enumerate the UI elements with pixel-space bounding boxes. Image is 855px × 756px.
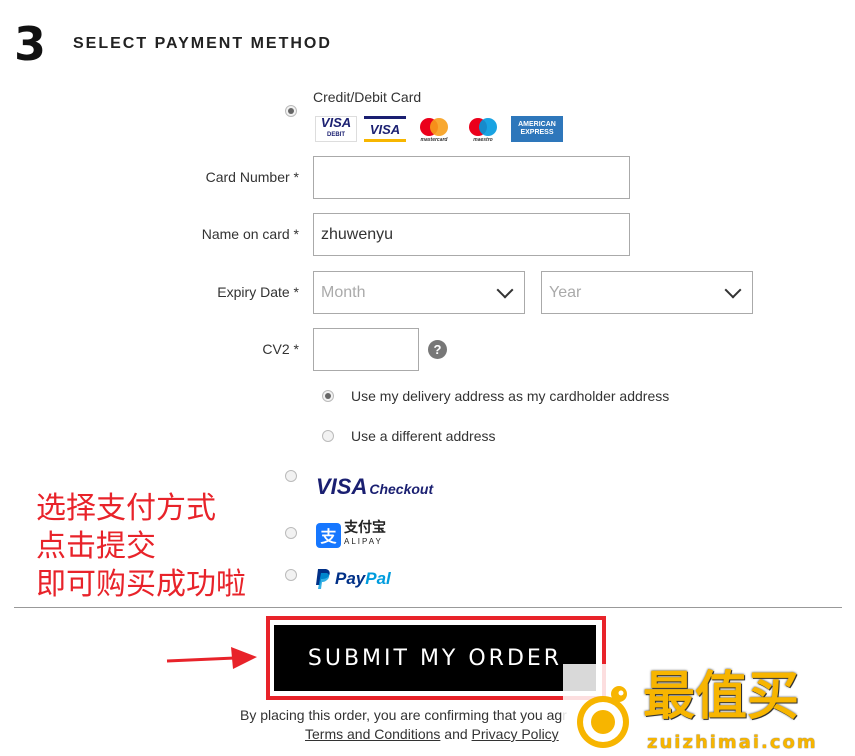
card-radio[interactable]	[285, 105, 297, 117]
step-number: 3	[14, 17, 47, 71]
visa-icon: VISA	[364, 116, 406, 142]
visa-text: VISA	[369, 121, 401, 137]
help-icon[interactable]: ?	[428, 340, 447, 359]
different-address-label: Use a different address	[351, 428, 496, 444]
expiry-year-select[interactable]: Year	[541, 271, 753, 314]
expiry-month-select[interactable]: Month	[313, 271, 525, 314]
delivery-address-label: Use my delivery address as my cardholder…	[351, 388, 670, 404]
chevron-down-icon	[496, 281, 514, 298]
card-number-input[interactable]	[313, 156, 630, 199]
name-on-card-label: Name on card *	[201, 226, 299, 242]
mascot-icon	[577, 686, 629, 748]
annotation-line-1: 选择支付方式	[36, 491, 216, 526]
different-address-radio[interactable]	[322, 430, 334, 442]
maestro-icon: maestro	[462, 116, 504, 142]
paypal-icon	[316, 569, 330, 589]
watermark: 最值买 zuizhimai.com	[563, 664, 855, 756]
section-title: SELECT PAYMENT METHOD	[73, 35, 332, 52]
terms-link[interactable]: Terms and Conditions	[305, 726, 440, 742]
legal-and: and	[444, 726, 468, 742]
mastercard-icon: mastercard	[413, 116, 455, 142]
cv2-label: CV2 *	[262, 341, 299, 357]
legal-text: By placing this order, you are confirmin…	[240, 707, 567, 723]
chevron-down-icon	[724, 281, 742, 298]
privacy-link[interactable]: Privacy Policy	[472, 726, 559, 742]
annotation-text: 选择支付方式 点击提交 即可购买成功啦	[36, 490, 246, 604]
alipay-radio[interactable]	[285, 527, 297, 539]
alipay-cn: 支付宝	[344, 520, 386, 536]
card-number-label: Card Number *	[205, 169, 299, 185]
submit-order-button[interactable]: SUBMIT MY ORDER	[274, 625, 596, 691]
alipay-en: ALIPAY	[344, 537, 383, 546]
month-placeholder: Month	[321, 283, 366, 301]
card-option-label: Credit/Debit Card	[313, 89, 422, 105]
card-brand-logos: VISA DEBIT VISA mastercard maestro AMERI…	[315, 116, 563, 142]
name-on-card-input[interactable]	[313, 213, 630, 256]
watermark-title: 最值买	[643, 667, 800, 727]
legal-links: Terms and Conditions and Privacy Policy	[305, 726, 559, 742]
paypal-logo: Pay Pal	[315, 568, 391, 590]
paypal-pay: Pay	[335, 569, 366, 588]
mastercard-text: mastercard	[421, 137, 449, 142]
watermark-url: zuizhimai.com	[647, 732, 818, 753]
visa-debit-text: VISA	[320, 115, 352, 130]
arrow-right-icon	[166, 647, 257, 669]
annotation-line-3: 即可购买成功啦	[36, 567, 246, 602]
maestro-text: maestro	[473, 137, 492, 142]
annotation-line-2: 点击提交	[36, 529, 156, 564]
cv2-input[interactable]	[313, 328, 419, 371]
section-divider	[14, 607, 842, 608]
amex-text: AMERICAN EXPRESS	[518, 121, 556, 136]
paypal-pal: Pal	[365, 569, 391, 588]
expiry-date-label: Expiry Date *	[217, 284, 299, 300]
visa-debit-icon: VISA DEBIT	[315, 116, 357, 142]
alipay-icon: 支	[316, 522, 341, 548]
year-placeholder: Year	[549, 283, 582, 301]
debit-caption: DEBIT	[327, 132, 345, 138]
visa-checkout-text: Checkout	[369, 481, 434, 497]
visa-checkout-logo: VISA Checkout	[316, 474, 433, 500]
amex-icon: AMERICAN EXPRESS	[511, 116, 563, 142]
paypal-radio[interactable]	[285, 569, 297, 581]
visa-checkout-radio[interactable]	[285, 470, 297, 482]
alipay-logo: 支 支付宝 ALIPAY	[316, 520, 386, 548]
visa-checkout-visa: VISA	[316, 474, 368, 499]
delivery-address-radio[interactable]	[322, 390, 334, 402]
